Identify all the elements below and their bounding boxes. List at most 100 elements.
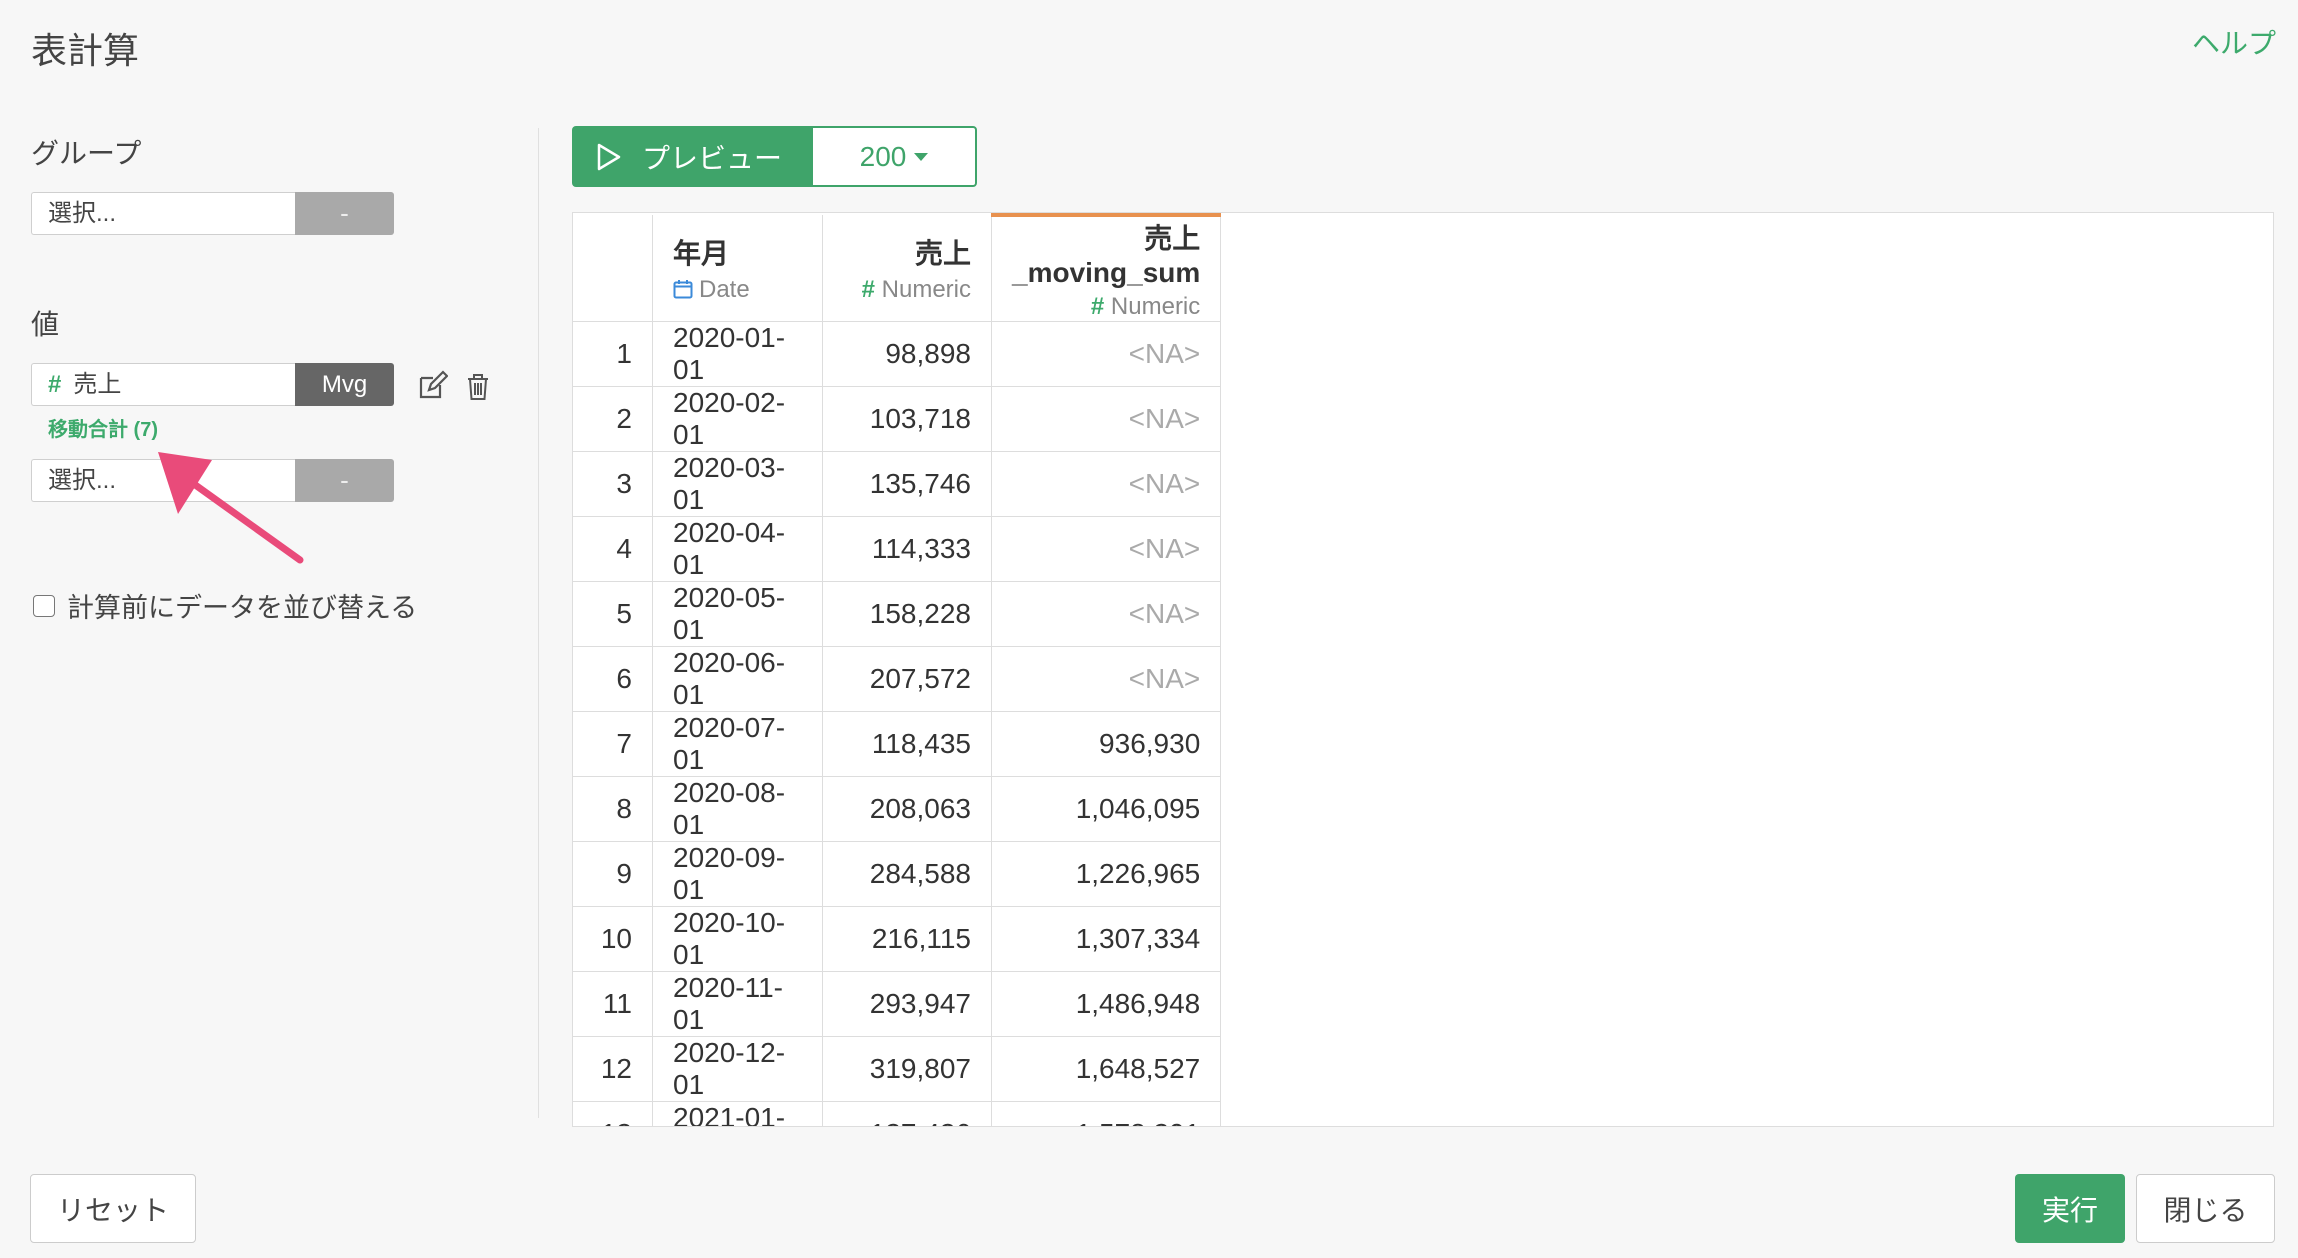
cell-moving-sum: 1,648,527 [991, 1036, 1222, 1102]
cell-moving-sum: 936,930 [991, 711, 1222, 777]
value-label: 値 [31, 309, 60, 340]
cell-sales: 293,947 [822, 971, 992, 1037]
column-type: # Numeric [1090, 293, 1201, 320]
row-index: 13 [573, 1101, 653, 1126]
close-button[interactable]: 閉じる [2136, 1174, 2275, 1243]
cell-sales: 319,807 [822, 1036, 992, 1102]
cell-sales: 118,435 [822, 711, 992, 777]
row-index: 11 [573, 971, 653, 1037]
cell-date: 2020-07-01 [652, 711, 823, 777]
cell-date: 2020-08-01 [652, 776, 823, 842]
row-index: 6 [573, 646, 653, 712]
table-row: 1 2020-01-01 98,898 <NA> [573, 321, 1222, 387]
calendar-icon [673, 280, 693, 299]
group-select[interactable]: 選択... - [31, 192, 394, 235]
cell-date: 2020-06-01 [652, 646, 823, 712]
cell-sales: 103,718 [822, 386, 992, 452]
row-count-dropdown[interactable]: 200 [813, 126, 977, 187]
cell-moving-sum: 1,307,334 [991, 906, 1222, 972]
row-count-value: 200 [859, 140, 907, 172]
sort-checkbox[interactable] [33, 594, 55, 617]
row-index: 3 [573, 451, 653, 517]
cell-date: 2020-10-01 [652, 906, 823, 972]
cell-sales: 135,746 [822, 451, 992, 517]
run-button[interactable]: 実行 [2015, 1174, 2125, 1243]
column-header-sales[interactable]: 売上 # Numeric [822, 215, 992, 322]
cell-sales: 98,898 [822, 321, 992, 387]
cell-sales: 137,436 [822, 1101, 992, 1126]
cell-moving-sum: <NA> [991, 321, 1222, 387]
cell-date: 2020-04-01 [652, 516, 823, 582]
cell-date: 2020-09-01 [652, 841, 823, 907]
row-index-header [573, 215, 653, 322]
row-index: 2 [573, 386, 653, 452]
table-row: 4 2020-04-01 114,333 <NA> [573, 516, 1222, 582]
sort-checkbox-label: 計算前にデータを並び替える [67, 593, 418, 623]
row-index: 9 [573, 841, 653, 907]
cell-date: 2020-02-01 [652, 386, 823, 452]
cell-sales: 208,063 [822, 776, 992, 842]
value-column-control[interactable]: # 売上 Mvg [31, 363, 394, 406]
table-row: 5 2020-05-01 158,228 <NA> [573, 581, 1222, 647]
table-row: 12 2020-12-01 319,807 1,648,527 [573, 1036, 1222, 1102]
table-row: 9 2020-09-01 284,588 1,226,965 [573, 841, 1222, 907]
cell-moving-sum: <NA> [991, 451, 1222, 517]
row-index: 12 [573, 1036, 653, 1102]
table-row: 11 2020-11-01 293,947 1,486,948 [573, 971, 1222, 1037]
cell-moving-sum: 1,578,391 [991, 1101, 1222, 1126]
panel-divider [538, 128, 539, 1118]
cell-sales: 158,228 [822, 581, 992, 647]
reset-button[interactable]: リセット [30, 1174, 196, 1243]
table-row: 6 2020-06-01 207,572 <NA> [573, 646, 1222, 712]
cell-moving-sum: 1,046,095 [991, 776, 1222, 842]
row-index: 4 [573, 516, 653, 582]
table-row: 10 2020-10-01 216,115 1,307,334 [573, 906, 1222, 972]
row-index: 1 [573, 321, 653, 387]
value-column-name: 売上 [73, 371, 122, 398]
table-header-row: 年月 Date 売上 # Numeric 売上_moving_sum # Num… [573, 213, 1222, 322]
cell-moving-sum: <NA> [991, 581, 1222, 647]
cell-moving-sum: <NA> [991, 516, 1222, 582]
cell-sales: 216,115 [822, 906, 992, 972]
table-row: 2 2020-02-01 103,718 <NA> [573, 386, 1222, 452]
chevron-down-icon [914, 152, 929, 161]
cell-sales: 284,588 [822, 841, 992, 907]
column-name: 年月 [673, 238, 730, 269]
numeric-type-icon: # [861, 276, 875, 303]
column-name: 売上 [914, 238, 971, 269]
edit-icon[interactable] [416, 370, 448, 402]
value-column-field[interactable]: # 売上 [31, 363, 295, 406]
row-index: 5 [573, 581, 653, 647]
column-header-moving-sum[interactable]: 売上_moving_sum # Numeric [991, 213, 1222, 322]
sort-before-calc-option[interactable]: 計算前にデータを並び替える [33, 586, 417, 625]
preview-table[interactable]: 年月 Date 売上 # Numeric 売上_moving_sum # Num… [572, 212, 2274, 1127]
group-label: グループ [31, 138, 142, 169]
column-header-date[interactable]: 年月 Date [652, 215, 823, 322]
column-name: 売上_moving_sum [1012, 223, 1201, 288]
preview-button[interactable]: プレビュー [572, 126, 813, 187]
table-row: 3 2020-03-01 135,746 <NA> [573, 451, 1222, 517]
preview-button-label: プレビュー [642, 142, 783, 174]
cell-date: 2020-03-01 [652, 451, 823, 517]
cell-moving-sum: <NA> [991, 386, 1222, 452]
table-row: 132021-01-01137,4361,578,391 [573, 1101, 1222, 1126]
function-button[interactable]: Mvg [295, 363, 394, 406]
table-row: 8 2020-08-01 208,063 1,046,095 [573, 776, 1222, 842]
help-link[interactable]: ヘルプ [2192, 22, 2276, 62]
group-select-button[interactable]: - [295, 192, 394, 235]
cell-sales: 114,333 [822, 516, 992, 582]
dialog-title: 表計算 [31, 30, 140, 71]
column-type: # Numeric [861, 276, 971, 303]
cell-date: 2020-05-01 [652, 581, 823, 647]
table-row: 7 2020-07-01 118,435 936,930 [573, 711, 1222, 777]
cell-date: 2020-12-01 [652, 1036, 823, 1102]
group-select-field[interactable]: 選択... [31, 192, 295, 235]
cell-moving-sum: 1,226,965 [991, 841, 1222, 907]
cell-date: 2020-01-01 [652, 321, 823, 387]
trash-icon[interactable] [465, 372, 491, 402]
cell-date: 2020-11-01 [652, 971, 823, 1037]
row-index: 8 [573, 776, 653, 842]
play-icon [597, 143, 621, 170]
column-type: Date [673, 276, 802, 304]
cell-moving-sum: <NA> [991, 646, 1222, 712]
